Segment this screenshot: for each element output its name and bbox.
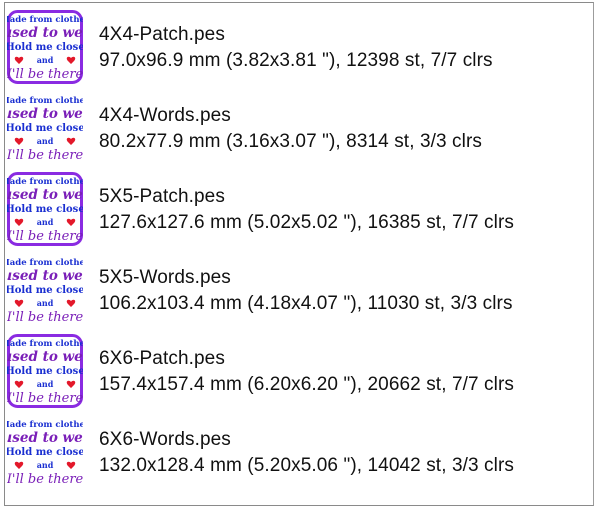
embroidery-thumbnail: Made from clothes I used to wear Hold me… <box>7 10 83 84</box>
svg-text:I used to wear: I used to wear <box>7 349 83 365</box>
svg-text:and: and <box>37 379 54 389</box>
svg-text:I'll be there: I'll be there <box>7 67 83 82</box>
file-list-item-4x4-patch-pes[interactable]: Made from clothes I used to wear Hold me… <box>5 6 593 87</box>
svg-text:Made from clothes: Made from clothes <box>7 177 83 187</box>
svg-text:I'll be there: I'll be there <box>7 148 83 163</box>
file-name: 5X5-Words.pes <box>99 267 231 288</box>
file-info: 132.0x128.4 mm (5.20x5.06 "), 14042 st, … <box>99 455 514 476</box>
svg-text:and: and <box>37 136 54 146</box>
svg-text:I'll be there: I'll be there <box>7 310 83 325</box>
file-name: 4X4-Patch.pes <box>99 24 225 45</box>
svg-text:I used to wear: I used to wear <box>7 106 83 122</box>
svg-text:I used to wear: I used to wear <box>7 430 83 446</box>
file-info: 106.2x103.4 mm (4.18x4.07 "), 11030 st, … <box>99 293 513 314</box>
svg-text:I used to wear: I used to wear <box>7 268 83 284</box>
file-info: 80.2x77.9 mm (3.16x3.07 "), 8314 st, 3/3… <box>99 131 482 152</box>
svg-text:Hold me close: Hold me close <box>7 447 83 458</box>
file-name: 6X6-Patch.pes <box>99 348 225 369</box>
svg-text:Made from clothes: Made from clothes <box>7 15 83 25</box>
svg-text:and: and <box>37 55 54 65</box>
svg-text:Hold me close: Hold me close <box>7 42 83 53</box>
file-list: Made from clothes I used to wear Hold me… <box>5 6 593 492</box>
file-list-item-5x5-patch-pes[interactable]: Made from clothes I used to wear Hold me… <box>5 168 593 249</box>
svg-text:Hold me close: Hold me close <box>7 366 83 377</box>
svg-text:Made from clothes: Made from clothes <box>7 339 83 349</box>
svg-text:Hold me close: Hold me close <box>7 204 83 215</box>
file-list-item-6x6-words-pes[interactable]: Made from clothes I used to wear Hold me… <box>5 411 593 492</box>
file-list-panel: Made from clothes I used to wear Hold me… <box>4 2 594 506</box>
embroidery-thumbnail: Made from clothes I used to wear Hold me… <box>7 91 83 165</box>
file-list-item-6x6-patch-pes[interactable]: Made from clothes I used to wear Hold me… <box>5 330 593 411</box>
file-name: 6X6-Words.pes <box>99 429 231 450</box>
file-info: 127.6x127.6 mm (5.02x5.02 "), 16385 st, … <box>99 212 514 233</box>
file-list-item-5x5-words-pes[interactable]: Made from clothes I used to wear Hold me… <box>5 249 593 330</box>
embroidery-thumbnail: Made from clothes I used to wear Hold me… <box>7 172 83 246</box>
file-list-item-4x4-words-pes[interactable]: Made from clothes I used to wear Hold me… <box>5 87 593 168</box>
svg-text:Made from clothes: Made from clothes <box>7 420 83 430</box>
svg-text:I'll be there: I'll be there <box>7 472 83 487</box>
svg-text:I'll be there: I'll be there <box>7 391 83 406</box>
svg-text:Made from clothes: Made from clothes <box>7 258 83 268</box>
file-name: 5X5-Patch.pes <box>99 186 225 207</box>
svg-text:Made from clothes: Made from clothes <box>7 96 83 106</box>
svg-text:and: and <box>37 298 54 308</box>
embroidery-thumbnail: Made from clothes I used to wear Hold me… <box>7 253 83 327</box>
file-name: 4X4-Words.pes <box>99 105 231 126</box>
embroidery-thumbnail: Made from clothes I used to wear Hold me… <box>7 415 83 489</box>
svg-text:and: and <box>37 460 54 470</box>
svg-text:Hold me close: Hold me close <box>7 123 83 134</box>
svg-text:Hold me close: Hold me close <box>7 285 83 296</box>
embroidery-thumbnail: Made from clothes I used to wear Hold me… <box>7 334 83 408</box>
svg-text:I used to wear: I used to wear <box>7 25 83 41</box>
svg-text:I used to wear: I used to wear <box>7 187 83 203</box>
file-info: 97.0x96.9 mm (3.82x3.81 "), 12398 st, 7/… <box>99 50 493 71</box>
file-info: 157.4x157.4 mm (6.20x6.20 "), 20662 st, … <box>99 374 514 395</box>
svg-text:and: and <box>37 217 54 227</box>
svg-text:I'll be there: I'll be there <box>7 229 83 244</box>
